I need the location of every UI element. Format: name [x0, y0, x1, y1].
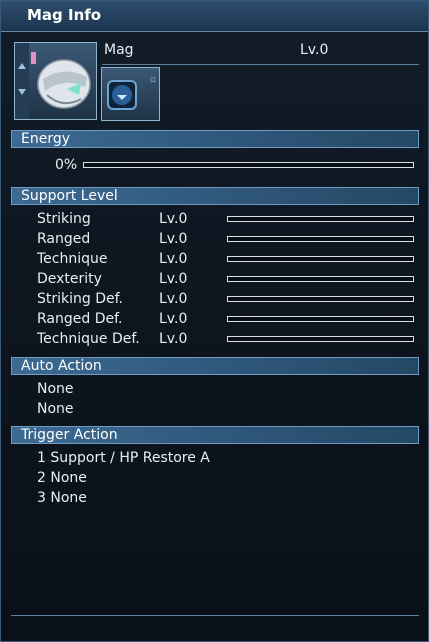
energy-percent: 0% — [55, 157, 78, 173]
stat-level-striking-def: Lv.0 — [159, 291, 188, 307]
portrait-side-strip — [15, 43, 29, 119]
stat-name-dexterity: Dexterity — [37, 271, 102, 287]
mag-name: Mag — [104, 42, 134, 58]
energy-bar — [83, 162, 414, 168]
mag-portrait[interactable] — [14, 42, 97, 120]
stat-bar-ranged — [227, 236, 414, 242]
mag-level: Lv.0 — [300, 42, 329, 58]
mag-icon — [37, 59, 91, 109]
energy-section-label: Energy — [21, 131, 71, 147]
energy-section-header: Energy — [11, 130, 419, 148]
mag-info-window: Mag Info Mag Lv.0 ⊡ Energy 0% Support Le… — [0, 0, 429, 642]
auto-action-section-header: Auto Action — [11, 357, 419, 375]
stat-bar-technique-def — [227, 336, 414, 342]
down-arrow-icon — [117, 95, 127, 100]
stat-bar-dexterity — [227, 276, 414, 282]
support-level-section-label: Support Level — [21, 188, 118, 204]
stat-bar-striking-def — [227, 296, 414, 302]
mag-name-row: Mag Lv.0 — [102, 42, 419, 65]
stat-name-ranged: Ranged — [37, 231, 91, 247]
auto-action-item: None — [37, 401, 74, 417]
trigger-action-item: 3 None — [37, 490, 87, 506]
stat-name-striking: Striking — [37, 211, 91, 227]
device-corner-glyph: ⊡ — [150, 76, 156, 84]
auto-action-section-label: Auto Action — [21, 358, 102, 374]
stat-level-ranged-def: Lv.0 — [159, 311, 188, 327]
stat-level-dexterity: Lv.0 — [159, 271, 188, 287]
stat-bar-striking — [227, 216, 414, 222]
trigger-action-item: 2 None — [37, 470, 87, 486]
stat-bar-technique — [227, 256, 414, 262]
trigger-action-section-label: Trigger Action — [21, 427, 118, 443]
stat-level-ranged: Lv.0 — [159, 231, 188, 247]
window-title: Mag Info — [27, 6, 102, 24]
trigger-action-section-header: Trigger Action — [11, 426, 419, 444]
stat-name-technique: Technique — [37, 251, 108, 267]
support-level-section-header: Support Level — [11, 187, 419, 205]
stat-level-technique: Lv.0 — [159, 251, 188, 267]
auto-action-item: None — [37, 381, 74, 397]
stat-bar-ranged-def — [227, 316, 414, 322]
mag-device-button[interactable]: ⊡ — [101, 67, 160, 121]
strip-up-arrow-icon — [18, 63, 26, 69]
strip-down-arrow-icon — [18, 89, 26, 95]
evolve-button[interactable] — [107, 80, 137, 110]
stat-name-technique-def: Technique Def. — [37, 331, 140, 347]
stat-name-ranged-def: Ranged Def. — [37, 311, 123, 327]
trigger-action-item: 1 Support / HP Restore A — [37, 450, 210, 466]
stat-level-technique-def: Lv.0 — [159, 331, 188, 347]
stat-level-striking: Lv.0 — [159, 211, 188, 227]
title-bar[interactable]: Mag Info — [1, 1, 428, 32]
footer-divider — [11, 615, 419, 616]
stat-name-striking-def: Striking Def. — [37, 291, 123, 307]
